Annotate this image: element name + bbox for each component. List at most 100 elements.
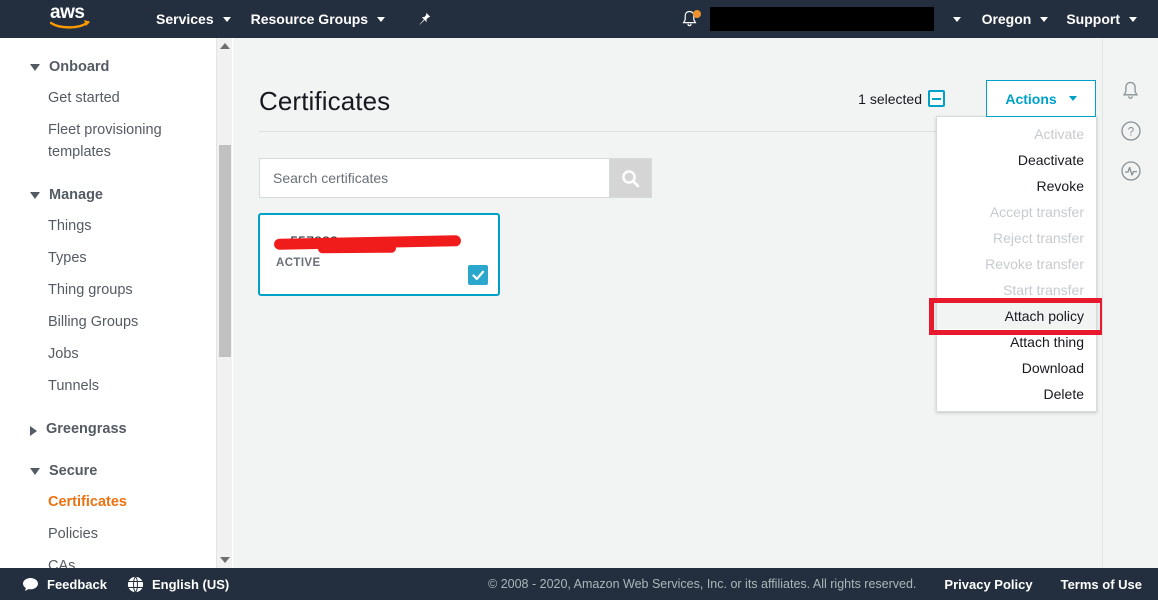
menu-item-activate: Activate bbox=[1034, 126, 1084, 142]
privacy-policy-link[interactable]: Privacy Policy bbox=[944, 577, 1032, 592]
redaction-mark-secondary bbox=[317, 243, 397, 254]
chevron-down-icon bbox=[952, 16, 961, 22]
actions-button[interactable]: Actions bbox=[986, 80, 1096, 117]
certificate-selected-checkbox[interactable] bbox=[468, 265, 488, 285]
sidebar-items-container: Onboard Get started Fleet provisioning tem… bbox=[0, 38, 216, 568]
menu-item-delete[interactable]: Delete bbox=[937, 381, 1096, 407]
region-label: Oregon bbox=[981, 11, 1032, 27]
menu-item-download[interactable]: Download bbox=[937, 355, 1096, 381]
main-content-area: Certificates 1 selected Actions …557888… bbox=[233, 38, 1102, 568]
sidebar-group-manage[interactable]: Manage bbox=[0, 180, 216, 210]
notification-badge-dot bbox=[692, 9, 701, 18]
search-input[interactable] bbox=[259, 158, 609, 198]
menu-item-accept-transfer: Accept transfer bbox=[989, 204, 1084, 220]
actions-dropdown-menu: Activate Deactivate Revoke Accept transfer R… bbox=[936, 116, 1097, 412]
feedback-icon[interactable] bbox=[22, 577, 39, 592]
menu-item-revoke[interactable]: Revoke bbox=[937, 173, 1096, 199]
sidebar-item-certificates[interactable]: Certificates bbox=[0, 486, 216, 518]
certificate-id-row: …557888… bbox=[273, 233, 482, 254]
chevron-down-icon bbox=[30, 192, 40, 199]
scrollbar-thumb[interactable] bbox=[219, 145, 231, 357]
sidebar-item-cas[interactable]: CAs bbox=[0, 550, 216, 568]
sidebar-scrollbar[interactable] bbox=[216, 38, 232, 568]
menu-item-attach-thing[interactable]: Attach thing bbox=[937, 329, 1096, 355]
aws-console-page: aws Services Resource Groups Oregon Supp… bbox=[0, 0, 1158, 600]
sidebar-item-types[interactable]: Types bbox=[0, 242, 216, 274]
sidebar-item-get-started[interactable]: Get started bbox=[0, 82, 216, 114]
certificate-card[interactable]: …557888… ACTIVE bbox=[258, 213, 500, 296]
globe-icon[interactable] bbox=[127, 576, 144, 593]
aws-logo-text: aws bbox=[50, 2, 85, 23]
chevron-down-icon bbox=[1040, 16, 1049, 22]
actions-button-label: Actions bbox=[1005, 90, 1057, 107]
pushpin-icon[interactable] bbox=[417, 12, 431, 27]
nav-resource-groups[interactable]: Resource Groups bbox=[241, 0, 395, 38]
right-icon-rail: ? bbox=[1102, 38, 1158, 568]
select-all-checkbox[interactable] bbox=[928, 90, 945, 107]
chevron-down-icon bbox=[1068, 96, 1077, 101]
terms-of-use-link[interactable]: Terms of Use bbox=[1061, 577, 1142, 592]
sidebar-group-label: Greengrass bbox=[46, 421, 127, 437]
language-selector[interactable]: English (US) bbox=[152, 577, 229, 592]
feedback-link[interactable]: Feedback bbox=[47, 577, 107, 592]
menu-item-reject-transfer: Reject transfer bbox=[992, 230, 1084, 246]
sidebar-group-onboard[interactable]: Onboard bbox=[0, 52, 216, 82]
chevron-down-icon bbox=[30, 64, 40, 71]
checkmark-icon bbox=[471, 270, 484, 280]
sidebar-item-fleet-provisioning-templates[interactable]: Fleet provisioning templates bbox=[0, 114, 216, 168]
sidebar-item-things[interactable]: Things bbox=[0, 210, 216, 242]
sidebar-group-label: Onboard bbox=[49, 59, 110, 75]
notifications-panel-icon[interactable] bbox=[1120, 80, 1141, 102]
copyright-text: © 2008 - 2020, Amazon Web Services, Inc.… bbox=[488, 577, 917, 591]
account-menu-redacted[interactable] bbox=[709, 7, 934, 31]
selected-count-label: 1 selected bbox=[858, 91, 922, 107]
aws-logo[interactable]: aws bbox=[50, 2, 96, 34]
menu-item-start-transfer: Start transfer bbox=[1003, 282, 1084, 298]
scroll-down-arrow-icon[interactable] bbox=[217, 552, 233, 568]
sidebar-navigation: Onboard Get started Fleet provisioning tem… bbox=[0, 38, 216, 568]
chevron-down-icon bbox=[377, 16, 386, 22]
menu-item-attach-policy[interactable]: Attach policy bbox=[937, 303, 1096, 329]
chevron-down-icon bbox=[1129, 16, 1137, 22]
page-title: Certificates bbox=[259, 86, 391, 116]
menu-item-revoke-transfer: Revoke transfer bbox=[985, 256, 1084, 272]
scroll-up-arrow-icon[interactable] bbox=[217, 38, 233, 54]
nav-resource-groups-label: Resource Groups bbox=[250, 11, 369, 27]
account-menu-chevron[interactable] bbox=[934, 16, 973, 22]
top-nav-right-cluster: Oregon Support bbox=[681, 0, 1158, 38]
chevron-right-icon bbox=[30, 426, 37, 436]
sidebar-item-thing-groups[interactable]: Thing groups bbox=[0, 274, 216, 306]
help-icon[interactable]: ? bbox=[1120, 120, 1142, 142]
certificate-status-label: ACTIVE bbox=[276, 257, 321, 269]
sidebar-group-greengrass[interactable]: Greengrass bbox=[0, 414, 216, 444]
footer-bar: Feedback English (US) © 2008 - 2020, Ama… bbox=[0, 568, 1158, 600]
sidebar-item-jobs[interactable]: Jobs bbox=[0, 338, 216, 370]
search-bar bbox=[259, 158, 652, 198]
nav-services-label: Services bbox=[156, 11, 214, 27]
activity-icon[interactable] bbox=[1120, 160, 1142, 182]
sidebar-item-tunnels[interactable]: Tunnels bbox=[0, 370, 216, 402]
sidebar-item-policies[interactable]: Policies bbox=[0, 518, 216, 550]
aws-logo-swoosh bbox=[50, 20, 92, 29]
sidebar-group-label: Secure bbox=[49, 463, 98, 479]
footer-left-group: Feedback English (US) bbox=[22, 576, 229, 593]
sidebar-group-secure[interactable]: Secure bbox=[0, 456, 216, 486]
nav-services[interactable]: Services bbox=[146, 0, 241, 38]
support-label: Support bbox=[1066, 11, 1120, 27]
search-button[interactable] bbox=[609, 158, 652, 198]
menu-item-deactivate[interactable]: Deactivate bbox=[937, 147, 1096, 173]
svg-text:?: ? bbox=[1127, 126, 1133, 138]
sidebar-group-label: Manage bbox=[49, 187, 103, 203]
support-menu[interactable]: Support bbox=[1057, 0, 1146, 38]
footer-right-group: © 2008 - 2020, Amazon Web Services, Inc.… bbox=[488, 577, 1142, 592]
chevron-down-icon bbox=[222, 16, 231, 22]
notifications-bell-button[interactable] bbox=[681, 9, 701, 29]
region-selector[interactable]: Oregon bbox=[973, 0, 1058, 38]
top-navigation-bar: aws Services Resource Groups Oregon Supp… bbox=[0, 0, 1158, 38]
search-icon bbox=[622, 169, 640, 187]
chevron-down-icon bbox=[30, 468, 40, 475]
sidebar-item-billing-groups[interactable]: Billing Groups bbox=[0, 306, 216, 338]
